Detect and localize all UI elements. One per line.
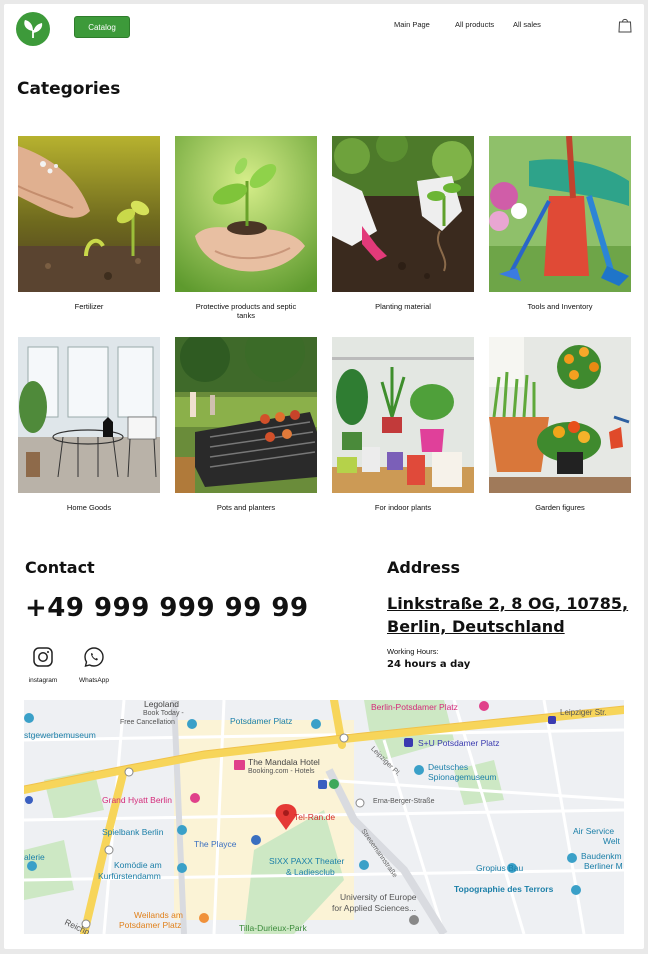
map-label: Kurfürstendamm — [98, 871, 161, 881]
category-label: Tools and Inventory — [527, 302, 593, 311]
map-label: S+U Potsdamer Platz — [418, 738, 500, 748]
garden-figures-image — [489, 337, 631, 493]
address-line-1: Linkstraße 2, 8 OG, 10785, — [387, 594, 629, 613]
map-label: Spionagemuseum — [428, 772, 497, 782]
location-map[interactable]: Legoland Book Today - Free Cancellation … — [24, 700, 624, 934]
map-label: Weilands am — [134, 910, 183, 920]
category-label: Protective products and septic tanks — [195, 302, 297, 320]
map-label: Grand Hyatt Berlin — [102, 795, 172, 805]
home-goods-image — [18, 337, 160, 493]
map-label: SIXX PAXX Theater — [269, 856, 345, 866]
address-line-2: Berlin, Deutschland — [387, 617, 565, 636]
map-label: & Ladiesclub — [286, 867, 335, 877]
planting-material-image — [332, 136, 474, 292]
category-label: Planting material — [375, 302, 431, 311]
contact-title: Contact — [25, 558, 95, 577]
category-card-pots-planters[interactable]: Pots and planters — [175, 337, 317, 512]
categories-title: Categories — [17, 79, 121, 99]
category-card-garden-figures[interactable]: Garden figures — [489, 337, 631, 512]
working-hours-value: 24 hours a day — [387, 659, 471, 670]
fertilizer-image — [18, 136, 160, 292]
instagram-icon — [33, 647, 53, 667]
map-label: Komödie am — [114, 860, 162, 870]
map-label: Welt — [603, 836, 620, 846]
category-label: Garden figures — [535, 503, 585, 512]
address-title: Address — [387, 558, 461, 577]
map-label: Booking.com - Hotels — [248, 768, 315, 775]
category-label: Fertilizer — [74, 302, 104, 311]
map-label: Baudenkm — [581, 851, 622, 861]
map-label: for Applied Sciences... — [332, 903, 417, 913]
phone-number[interactable]: +49 999 999 99 99 — [25, 593, 309, 623]
working-hours-label: Working Hours: — [387, 647, 439, 656]
map-label: Erna-Berger-Straße — [373, 798, 435, 805]
nav-all-sales[interactable]: All sales — [513, 20, 541, 29]
nav-main-page[interactable]: Main Page — [394, 20, 430, 29]
pots-planters-image — [175, 337, 317, 493]
category-card-planting[interactable]: Planting material — [332, 136, 474, 311]
category-label: For indoor plants — [374, 503, 432, 512]
map-label: Book Today - — [143, 710, 184, 717]
map-label: Leipziger Str. — [560, 708, 607, 717]
shopping-bag-icon[interactable] — [618, 17, 632, 33]
whatsapp-icon — [84, 647, 104, 667]
whatsapp-label: WhatsApp — [79, 677, 109, 684]
instagram-link[interactable]: instagram — [21, 646, 65, 684]
map-label: Berliner M — [584, 861, 623, 871]
map-label: Tel-Ran.de — [294, 812, 336, 822]
whatsapp-link[interactable]: WhatsApp — [72, 646, 116, 684]
map-label: Gropius Bau — [476, 863, 524, 873]
map-label: Potsdamer Platz — [230, 716, 293, 726]
map-label: Deutsches — [428, 762, 469, 772]
category-label: Pots and planters — [216, 503, 276, 512]
map-label: The Playce — [194, 839, 237, 849]
map-label: The Mandala Hotel — [248, 757, 320, 767]
category-card-home-goods[interactable]: Home Goods — [18, 337, 160, 512]
catalog-button[interactable]: Catalog — [74, 16, 130, 38]
map-label: Topographie des Terrors — [454, 884, 554, 894]
nav-all-products[interactable]: All products — [455, 20, 494, 29]
tools-inventory-image — [489, 136, 631, 292]
protective-products-image — [175, 136, 317, 292]
leaf-logo-icon — [24, 20, 43, 38]
page: Catalog Main Page All products All sales… — [4, 4, 644, 949]
indoor-plants-image — [332, 337, 474, 493]
category-label: Home Goods — [66, 503, 112, 512]
map-label: Potsdamer Platz — [119, 920, 182, 930]
category-card-tools[interactable]: Tools and Inventory — [489, 136, 631, 311]
map-label: Legoland — [144, 700, 179, 709]
address-text[interactable]: Linkstraße 2, 8 OG, 10785, Berlin, Deuts… — [387, 592, 637, 638]
category-card-indoor-plants[interactable]: For indoor plants — [332, 337, 474, 512]
map-label: stgewerbemuseum — [24, 730, 96, 740]
map-label: alerie — [24, 852, 45, 862]
map-label: Free Cancellation — [120, 719, 175, 726]
category-card-fertilizer[interactable]: Fertilizer — [18, 136, 160, 311]
map-label: Spielbank Berlin — [102, 827, 164, 837]
map-label: Tilla-Durieux-Park — [239, 923, 307, 933]
map-label: University of Europe — [340, 892, 417, 902]
instagram-label: instagram — [28, 677, 58, 684]
category-card-protective[interactable]: Protective products and septic tanks — [175, 136, 317, 320]
map-label: Berlin-Potsdamer Platz — [371, 702, 458, 712]
map-label: Air Service — [573, 826, 615, 836]
logo[interactable] — [16, 12, 50, 46]
